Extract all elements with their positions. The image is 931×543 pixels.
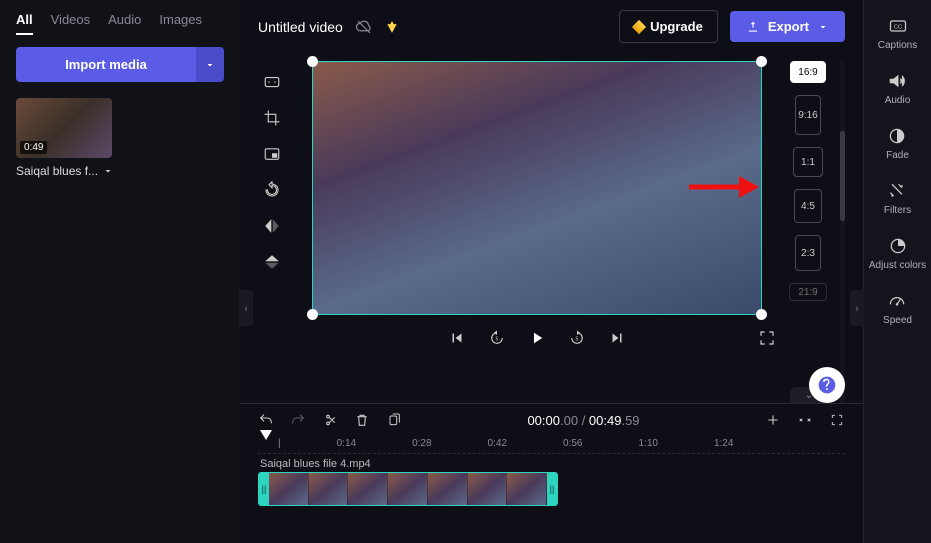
filters-tool[interactable]: Filters <box>884 181 911 216</box>
audio-icon <box>887 71 907 91</box>
media-thumbnail: 0:49 <box>16 98 112 158</box>
fade-icon <box>887 126 907 146</box>
tick-label: 1:24 <box>714 438 733 449</box>
tick-label: 0:14 <box>337 438 356 449</box>
adjust-icon <box>888 236 908 256</box>
tab-all[interactable]: All <box>16 12 33 35</box>
tick: | <box>278 438 281 449</box>
chevron-down-icon <box>817 21 829 33</box>
clip-handle-left[interactable]: || <box>259 473 269 505</box>
forward-5-icon[interactable]: 5 <box>568 329 586 347</box>
top-bar: Untitled video Upgrade Export <box>240 0 863 53</box>
transport-controls: 5 5 <box>298 315 776 361</box>
diamond-icon <box>632 19 646 33</box>
aspect-4-5[interactable]: 4:5 <box>794 189 822 223</box>
undo-icon[interactable] <box>258 412 274 428</box>
redo-icon[interactable] <box>290 412 306 428</box>
export-label: Export <box>768 19 809 34</box>
svg-text:5: 5 <box>496 336 499 342</box>
zoom-fit-icon[interactable] <box>829 412 845 428</box>
resize-handle[interactable] <box>756 56 767 67</box>
media-duration: 0:49 <box>20 141 47 154</box>
collapse-right-button[interactable]: › <box>850 290 864 326</box>
fit-icon[interactable] <box>263 73 281 91</box>
split-icon[interactable] <box>322 412 338 428</box>
help-button[interactable] <box>809 367 845 403</box>
upload-icon <box>746 20 760 34</box>
media-item[interactable]: 0:49 Saiqal blues f... <box>16 98 224 178</box>
speed-tool[interactable]: Speed <box>883 291 912 326</box>
media-sidebar: All Videos Audio Images Import media 0:4… <box>0 0 240 543</box>
timeline-time: 00:00.00 / 00:49.59 <box>418 413 749 428</box>
svg-text:CC: CC <box>893 25 901 31</box>
aspect-1-1[interactable]: 1:1 <box>793 147 823 177</box>
import-media-button[interactable]: Import media <box>16 47 196 82</box>
aspect-2-3[interactable]: 2:3 <box>795 235 821 271</box>
fade-tool[interactable]: Fade <box>886 126 909 161</box>
filters-icon <box>887 181 907 201</box>
clip-label: Saiqal blues file 4.mp4 <box>260 458 845 470</box>
timeline-clip[interactable]: || || <box>258 472 558 506</box>
timeline-ruler[interactable]: | 0:14 0:28 0:42 0:56 1:10 1:24 <box>258 438 845 454</box>
upgrade-label: Upgrade <box>650 19 703 34</box>
resize-handle[interactable] <box>307 56 318 67</box>
canvas-tools <box>258 61 286 403</box>
tab-videos[interactable]: Videos <box>51 12 91 35</box>
chevron-down-icon <box>204 59 216 71</box>
tick-label: 1:10 <box>638 438 657 449</box>
aspect-21-9[interactable]: 21:9 <box>789 283 827 301</box>
project-title-input[interactable]: Untitled video <box>258 19 343 35</box>
export-button[interactable]: Export <box>730 11 845 42</box>
flip-horizontal-icon[interactable] <box>263 217 281 235</box>
captions-tool[interactable]: CC Captions <box>878 16 917 51</box>
clip-handle-right[interactable]: || <box>547 473 557 505</box>
media-tabs: All Videos Audio Images <box>16 12 224 35</box>
skip-start-icon[interactable] <box>448 329 466 347</box>
video-preview[interactable] <box>312 61 762 315</box>
zoom-out-icon[interactable] <box>797 412 813 428</box>
help-icon <box>817 375 837 395</box>
playhead[interactable] <box>260 430 272 440</box>
aspect-scrollbar[interactable] <box>840 61 845 403</box>
skip-end-icon[interactable] <box>608 329 626 347</box>
aspect-ratio-col: 16:9 9:16 1:1 4:5 2:3 21:9 ⌄ <box>788 61 828 403</box>
media-name-label: Saiqal blues f... <box>16 164 98 178</box>
import-media-dropdown[interactable] <box>196 47 224 82</box>
captions-icon: CC <box>888 16 908 36</box>
rotate-icon[interactable] <box>263 181 281 199</box>
tab-audio[interactable]: Audio <box>108 12 141 35</box>
tab-images[interactable]: Images <box>159 12 202 35</box>
annotation-arrow <box>689 172 759 202</box>
delete-icon[interactable] <box>354 412 370 428</box>
aspect-9-16[interactable]: 9:16 <box>795 95 821 135</box>
flip-vertical-icon[interactable] <box>263 253 281 271</box>
premium-diamond-icon[interactable] <box>385 20 399 34</box>
upgrade-button[interactable]: Upgrade <box>619 10 718 43</box>
add-track-icon[interactable] <box>765 412 781 428</box>
crop-icon[interactable] <box>263 109 281 127</box>
speed-icon <box>887 291 907 311</box>
tick-label: 0:28 <box>412 438 431 449</box>
play-icon[interactable] <box>528 329 546 347</box>
svg-text:5: 5 <box>576 336 579 342</box>
clip-frames <box>269 473 547 505</box>
chevron-down-icon[interactable] <box>102 165 114 177</box>
audio-tool[interactable]: Audio <box>885 71 911 106</box>
duplicate-icon[interactable] <box>386 412 402 428</box>
adjust-colors-tool[interactable]: Adjust colors <box>869 236 926 271</box>
rewind-5-icon[interactable]: 5 <box>488 329 506 347</box>
fullscreen-icon[interactable] <box>758 329 776 347</box>
right-toolbar: CC Captions Audio Fade Filters Adjust co… <box>863 0 931 543</box>
aspect-16-9[interactable]: 16:9 <box>790 61 826 83</box>
pip-icon[interactable] <box>263 145 281 163</box>
tick-label: 0:42 <box>488 438 507 449</box>
timeline: 00:00.00 / 00:49.59 | 0:14 0:28 0:42 0:5… <box>240 403 863 543</box>
tick-label: 0:56 <box>563 438 582 449</box>
cloud-off-icon[interactable] <box>355 18 373 36</box>
